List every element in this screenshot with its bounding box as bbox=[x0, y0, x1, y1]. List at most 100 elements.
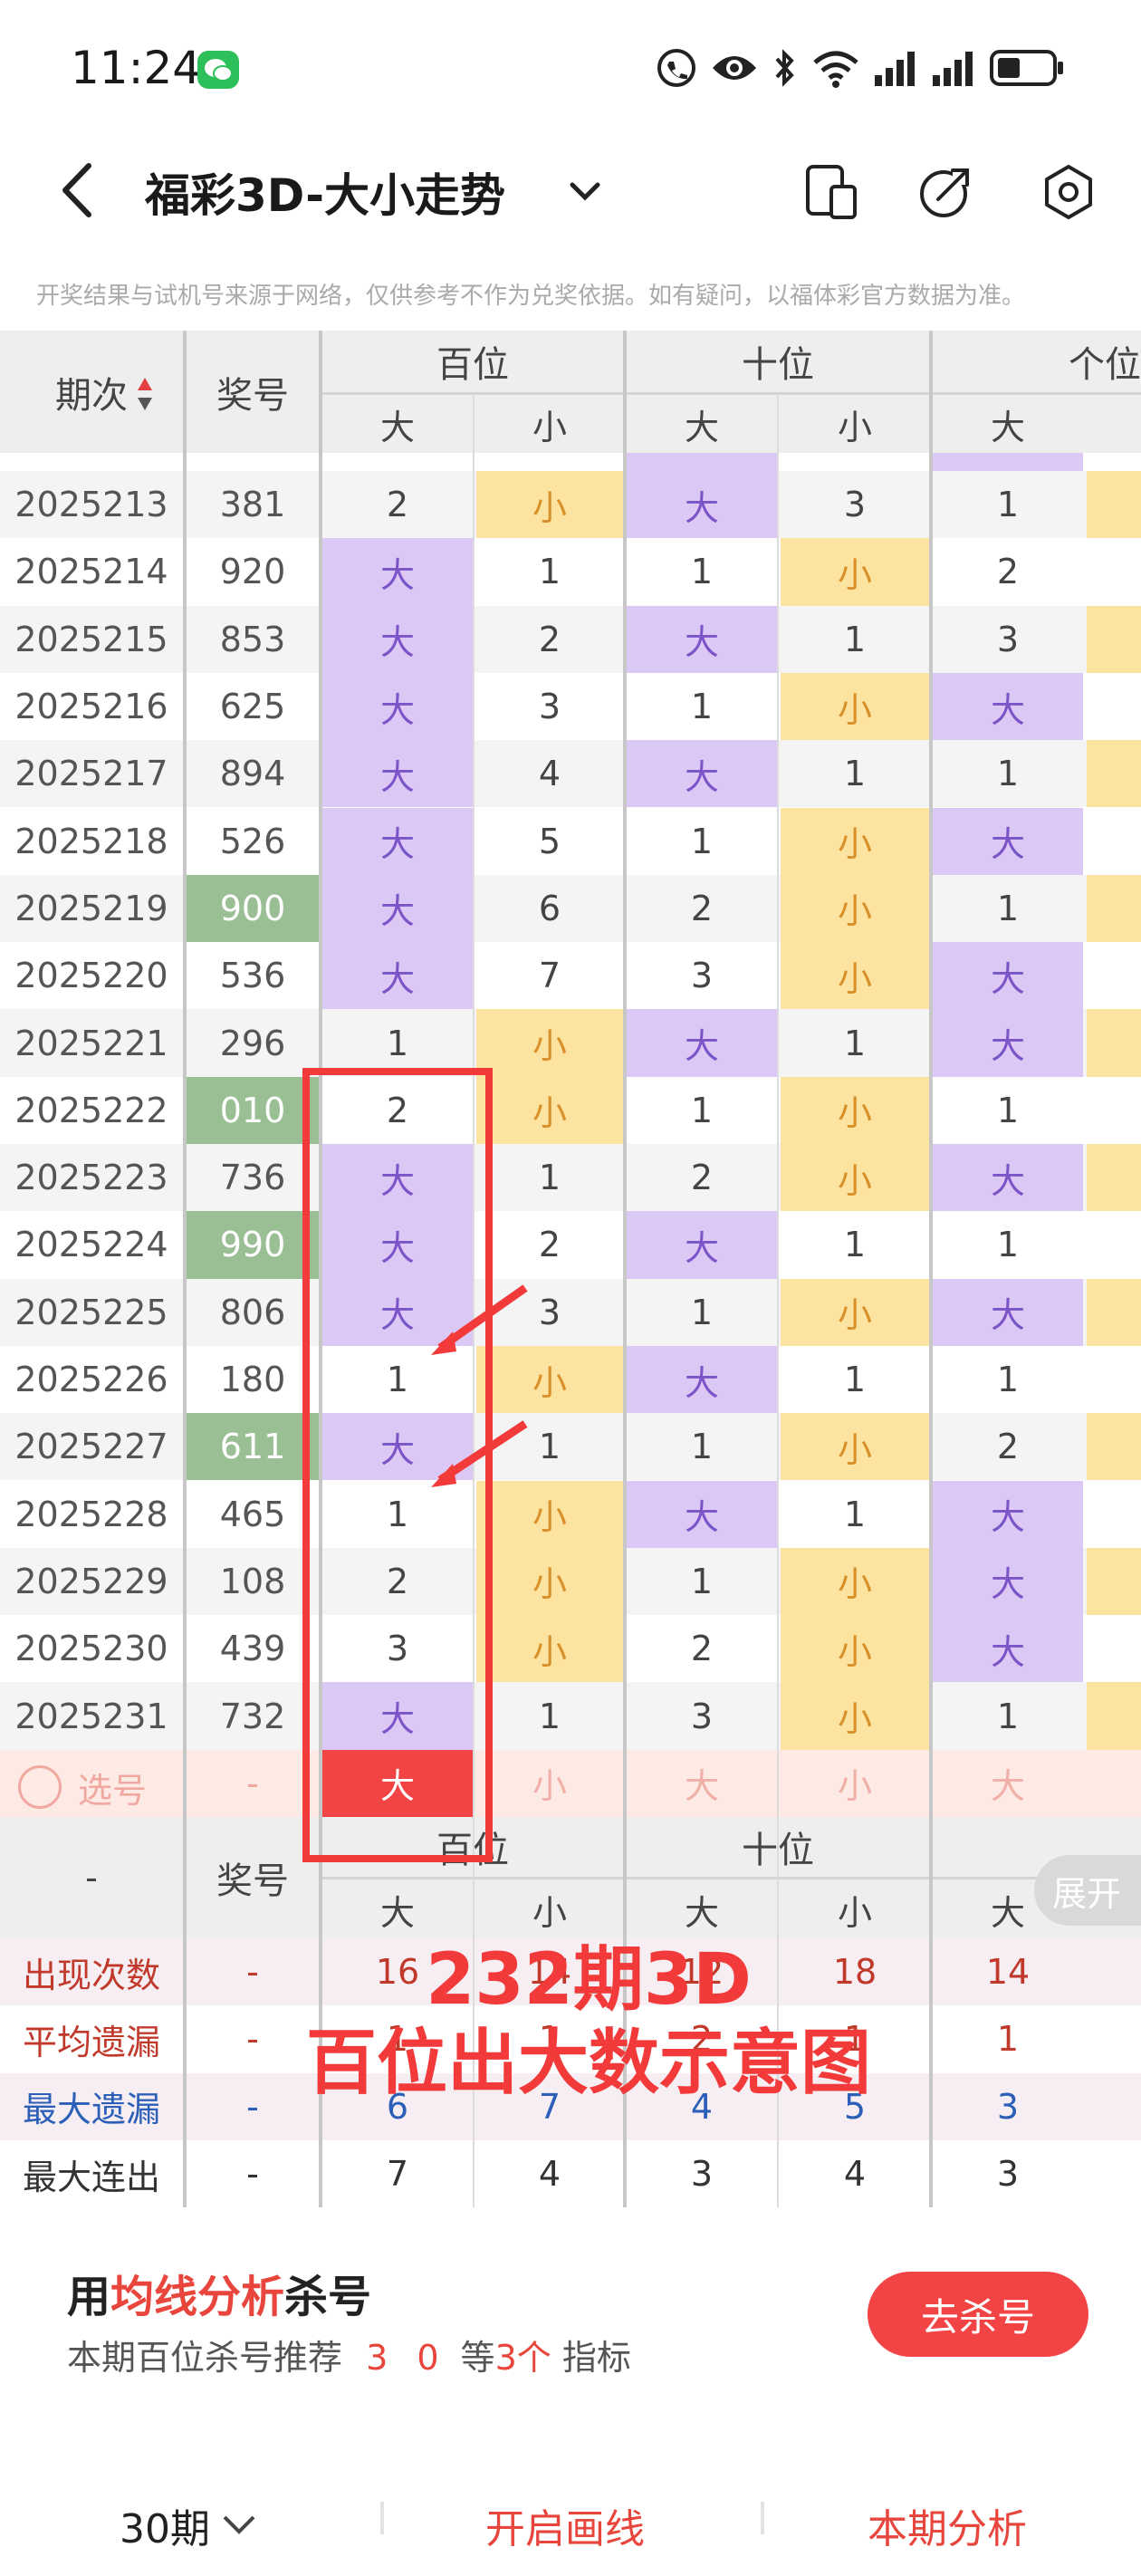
stats-value: 4 bbox=[538, 2154, 561, 2195]
stats-subheader: 小 bbox=[532, 1892, 567, 1933]
stats-value: 7 bbox=[386, 2154, 409, 2195]
trend-cell: 1 bbox=[690, 821, 714, 861]
grid-line bbox=[623, 331, 627, 2208]
trend-cell: 3 bbox=[843, 485, 867, 525]
disclaimer-notice: 开奖结果与试机号来源于网络，仅供参考不作为兑奖依据。如有疑问，以福体彩官方数据为… bbox=[36, 283, 1026, 310]
promo-title-c: 杀号 bbox=[284, 2272, 372, 2322]
kill-number-button[interactable]: 去杀号 bbox=[868, 2272, 1088, 2357]
stats-value: 3 bbox=[996, 2086, 1020, 2127]
prize-number-cell: 736 bbox=[219, 1158, 286, 1198]
promo-sub-count: 3个 bbox=[494, 2338, 551, 2378]
trend-cell: 1 bbox=[386, 1023, 409, 1063]
period-cell: 2025216 bbox=[14, 687, 168, 727]
draw-lines-button[interactable]: 开启画线 bbox=[485, 2496, 645, 2554]
select-number-toggle[interactable]: 选号 bbox=[18, 1763, 147, 1812]
period-cell: 2025220 bbox=[14, 956, 168, 996]
stats-dash: - bbox=[246, 2154, 259, 2195]
trend-cell: 大 bbox=[627, 605, 777, 673]
trend-cell: 3 bbox=[690, 956, 714, 996]
select-cell[interactable]: 大 bbox=[933, 1750, 1083, 1817]
header-divider bbox=[322, 1877, 1141, 1879]
promo-sub-b: 等 bbox=[460, 2338, 495, 2378]
select-cell[interactable]: 大 bbox=[627, 1750, 777, 1817]
trend-cell: 大 bbox=[933, 1547, 1083, 1616]
trend-cell: 2 bbox=[386, 485, 409, 525]
trend-cell: 小 bbox=[781, 874, 929, 943]
bluetooth-icon bbox=[775, 49, 794, 87]
period-analysis-button[interactable]: 本期分析 bbox=[868, 2496, 1027, 2554]
prize-number-cell: 381 bbox=[219, 485, 286, 525]
trend-cell-partial bbox=[1087, 807, 1141, 875]
trend-cell: 1 bbox=[996, 888, 1020, 928]
share-icon[interactable] bbox=[918, 163, 973, 221]
trend-cell-partial bbox=[1087, 538, 1141, 606]
stats-value: 3 bbox=[690, 2154, 714, 2195]
expand-button[interactable]: 展开 bbox=[1034, 1855, 1141, 1926]
trend-cell-partial bbox=[1087, 1615, 1141, 1683]
trend-cell: 大 bbox=[627, 471, 777, 539]
select-label: 选号 bbox=[78, 1770, 148, 1811]
trend-cell: 1 bbox=[538, 552, 561, 592]
trend-cell-partial bbox=[1087, 740, 1141, 808]
trend-cell: 1 bbox=[843, 754, 867, 794]
period-select[interactable]: 30期 bbox=[120, 2496, 257, 2554]
trend-cell: 小 bbox=[781, 672, 929, 741]
stats-value: 1 bbox=[996, 2019, 1020, 2060]
trend-cell: 6 bbox=[538, 888, 561, 928]
page-title[interactable]: 福彩3D-大小走势 bbox=[145, 159, 505, 225]
trend-cell: 3 bbox=[996, 619, 1020, 659]
settings-gear-icon[interactable] bbox=[1041, 163, 1096, 221]
chevron-down-icon[interactable] bbox=[567, 172, 603, 208]
prize-number-cell: 439 bbox=[219, 1629, 286, 1669]
select-cell[interactable]: 小 bbox=[781, 1750, 929, 1817]
period-cell: 2025224 bbox=[14, 1225, 168, 1265]
trend-cell: 大 bbox=[933, 1009, 1083, 1077]
period-cell: 2025225 bbox=[14, 1292, 168, 1332]
promo-card: 用均线分析杀号 本期百位杀号推荐 3 0 等3个 指标 去杀号 bbox=[24, 2228, 1117, 2398]
prize-number-cell: 010 bbox=[187, 1076, 319, 1144]
signal-icon-2 bbox=[933, 52, 973, 86]
select-cell[interactable]: 小 bbox=[476, 1750, 623, 1817]
wechat-notification-icon bbox=[197, 51, 239, 89]
trend-cell: 3 bbox=[690, 1696, 714, 1736]
bottom-bar: 30期 开启画线 本期分析 bbox=[0, 2424, 1141, 2576]
trend-cell: 大 bbox=[933, 672, 1083, 741]
stats-prize-header: 奖号 bbox=[216, 1860, 289, 1902]
trend-cell: 1 bbox=[690, 1561, 714, 1601]
trend-cell-partial bbox=[1087, 1076, 1141, 1144]
trend-cell: 大 bbox=[933, 1480, 1083, 1548]
grid-line bbox=[929, 331, 933, 2208]
device-switch-icon[interactable] bbox=[804, 163, 858, 221]
row-fragment bbox=[322, 453, 473, 471]
prize-number-cell: 611 bbox=[187, 1413, 319, 1481]
grid-line bbox=[183, 331, 187, 2208]
stats-value: 4 bbox=[843, 2154, 867, 2195]
trend-cell: 大 bbox=[322, 672, 473, 741]
prize-number-cell: 853 bbox=[219, 619, 286, 659]
chevron-down-icon bbox=[223, 2515, 255, 2534]
trend-cell: 大 bbox=[627, 1345, 777, 1414]
trend-cell: 1 bbox=[538, 1696, 561, 1736]
trend-cell: 1 bbox=[843, 1494, 867, 1534]
trend-cell-partial bbox=[1087, 1278, 1141, 1346]
period-cell: 2025219 bbox=[14, 888, 168, 928]
prize-number-cell: 108 bbox=[219, 1561, 286, 1601]
trend-cell-partial bbox=[1087, 1345, 1141, 1414]
stats-value: 3 bbox=[996, 2154, 1020, 2195]
prize-number-cell: 465 bbox=[219, 1494, 286, 1534]
trend-cell: 1 bbox=[996, 1360, 1020, 1400]
trend-cell: 1 bbox=[996, 485, 1020, 525]
period-cell: 2025215 bbox=[14, 619, 168, 659]
period-cell: 2025217 bbox=[14, 754, 168, 794]
sort-icon[interactable] bbox=[136, 376, 154, 412]
annotation-line1: 232期3D bbox=[426, 1939, 752, 2021]
col-period-header[interactable]: 期次 bbox=[0, 331, 183, 453]
grid-line bbox=[777, 396, 779, 2208]
trend-cell: 小 bbox=[781, 942, 929, 1010]
back-arrow-icon[interactable] bbox=[53, 159, 103, 222]
prize-number-cell: 536 bbox=[219, 956, 286, 996]
trend-cell: 2 bbox=[690, 888, 714, 928]
trend-cell: 1 bbox=[996, 1696, 1020, 1736]
period-cell: 2025227 bbox=[14, 1427, 168, 1467]
col-prize-header: 奖号 bbox=[216, 374, 289, 417]
